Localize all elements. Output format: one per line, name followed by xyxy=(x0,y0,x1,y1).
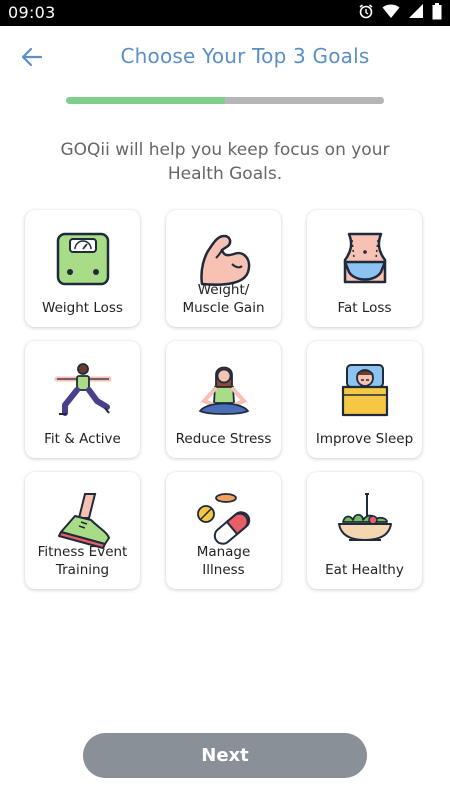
progress-fill xyxy=(66,97,225,104)
salad-bowl-icon xyxy=(337,493,392,541)
goal-label: Eat Healthy xyxy=(325,562,404,578)
scale-icon xyxy=(56,232,109,286)
goal-label: Weight Loss xyxy=(42,300,123,316)
goal-label: Fat Loss xyxy=(337,300,392,316)
subtitle: GOQii will help you keep focus on your H… xyxy=(60,140,390,184)
wifi-icon xyxy=(382,3,400,23)
meditation-icon xyxy=(198,366,249,415)
goal-card-manage-illness[interactable]: Manage Illness xyxy=(166,472,281,589)
status-bar: 09:03 xyxy=(0,0,450,26)
goal-label: Weight/ Muscle Gain xyxy=(182,282,265,316)
goal-card-improve-sleep[interactable]: Improve Sleep xyxy=(307,341,422,458)
goals-grid: Weight Loss Weight/ Muscle Gain Fat Loss… xyxy=(25,210,422,589)
goal-card-fitness-event[interactable]: Fitness Event Training xyxy=(25,472,140,589)
pills-icon xyxy=(196,493,250,545)
goal-label: Fitness Event Training xyxy=(37,544,128,578)
page-title: Choose Your Top 3 Goals xyxy=(120,44,370,68)
battery-icon xyxy=(432,2,442,24)
goal-card-reduce-stress[interactable]: Reduce Stress xyxy=(166,341,281,458)
next-button[interactable]: Next xyxy=(83,733,367,778)
status-icons xyxy=(358,2,442,24)
goal-card-muscle-gain[interactable]: Weight/ Muscle Gain xyxy=(166,210,281,327)
status-time: 09:03 xyxy=(8,3,56,22)
yoga-pose-icon xyxy=(54,363,111,416)
goal-card-eat-healthy[interactable]: Eat Healthy xyxy=(307,472,422,589)
goal-label: Fit & Active xyxy=(44,431,121,447)
progress-bar xyxy=(66,97,384,104)
sleeping-person-icon xyxy=(341,364,388,417)
goal-label: Improve Sleep xyxy=(315,431,414,447)
waist-icon xyxy=(343,232,386,284)
goal-label: Reduce Stress xyxy=(175,431,272,447)
goal-label: Manage Illness xyxy=(196,544,251,578)
alarm-icon xyxy=(358,3,374,23)
flexed-bicep-icon xyxy=(199,234,250,286)
running-shoe-icon xyxy=(57,493,110,549)
arrow-left-icon xyxy=(21,47,43,67)
goal-card-fat-loss[interactable]: Fat Loss xyxy=(307,210,422,327)
signal-icon xyxy=(408,3,424,23)
goal-card-weight-loss[interactable]: Weight Loss xyxy=(25,210,140,327)
goal-card-fit-active[interactable]: Fit & Active xyxy=(25,341,140,458)
back-button[interactable] xyxy=(19,44,45,70)
